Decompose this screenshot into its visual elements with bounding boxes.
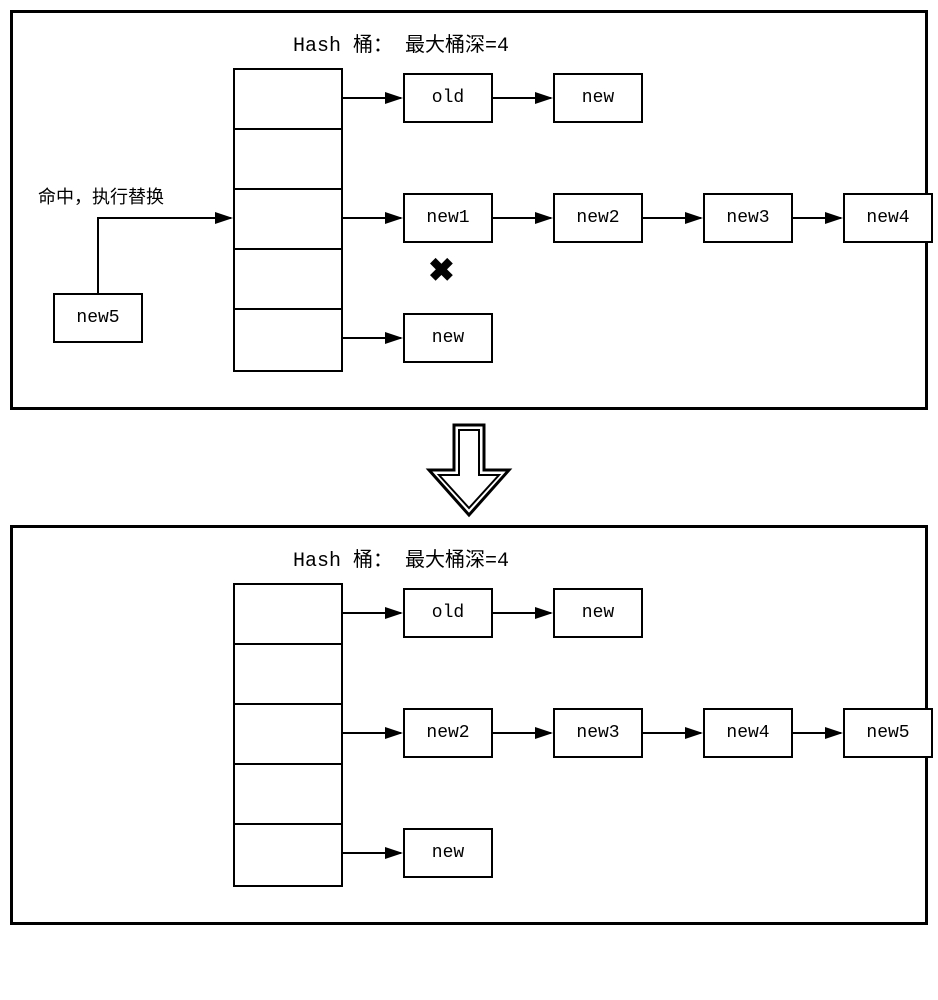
before-panel: Hash 桶： 最大桶深=4 命中，执行替换 new5 old new new1… [10,10,928,410]
bucket-row [235,130,341,190]
down-arrow-icon [424,420,514,520]
hash-bucket-table [233,583,343,887]
bucket-row [235,765,341,825]
chain-node: new [553,73,643,123]
bucket-row [235,825,341,885]
chain-node: new2 [553,193,643,243]
chain-node: new4 [843,193,933,243]
bucket-row [235,250,341,310]
bucket-row [235,645,341,705]
bucket-row [235,310,341,370]
chain-node: old [403,73,493,123]
chain-node: new2 [403,708,493,758]
chain-node: old [403,588,493,638]
chain-node: new4 [703,708,793,758]
delete-x-icon: ✖ [428,251,455,289]
bucket-row [235,70,341,130]
bucket-row [235,705,341,765]
chain-node: new [553,588,643,638]
bucket-row [235,585,341,645]
bucket-row [235,190,341,250]
chain-node: new [403,828,493,878]
chain-node: new3 [553,708,643,758]
chain-node: new5 [843,708,933,758]
top-title: Hash 桶： 最大桶深=4 [293,28,509,58]
chain-node: new3 [703,193,793,243]
hit-label: 命中，执行替换 [38,183,164,209]
hash-bucket-table [233,68,343,372]
chain-node: new1 [403,193,493,243]
bottom-title: Hash 桶： 最大桶深=4 [293,543,509,573]
transition-arrow [10,420,928,520]
after-panel: Hash 桶： 最大桶深=4 old new new2 new3 new4 ne… [10,525,928,925]
chain-node: new [403,313,493,363]
incoming-node: new5 [53,293,143,343]
